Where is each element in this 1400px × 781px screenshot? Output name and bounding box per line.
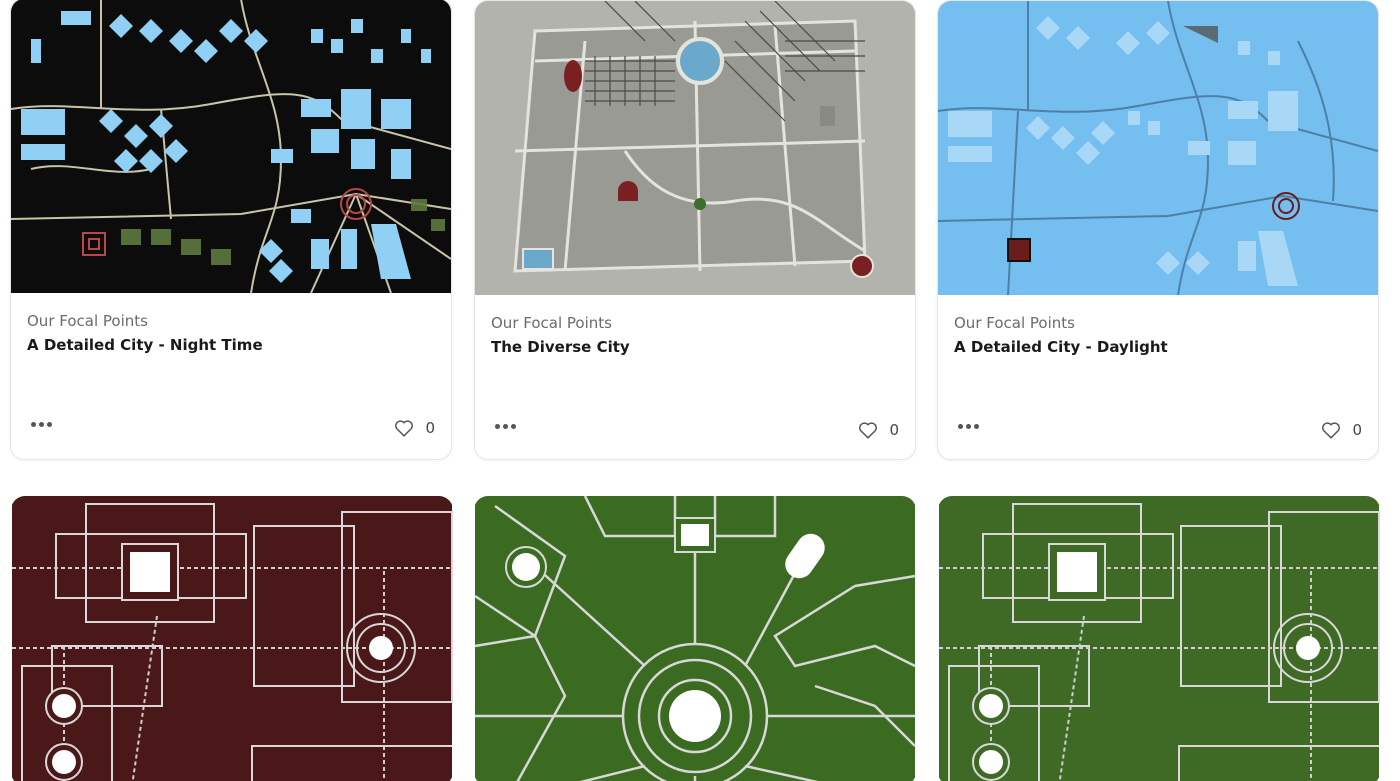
more-options-button[interactable] — [31, 418, 52, 431]
card-meta: Our Focal Points A Detailed City - Dayli… — [938, 295, 1378, 459]
more-options-button[interactable] — [495, 420, 516, 433]
project-card-6[interactable] — [938, 496, 1380, 781]
heart-outline-icon[interactable] — [1320, 419, 1342, 441]
card-category: Our Focal Points — [491, 314, 612, 332]
card-category: Our Focal Points — [954, 314, 1075, 332]
card-meta: Our Focal Points The Diverse City 0 — [475, 295, 915, 459]
green-grid-map-image — [939, 496, 1380, 781]
card-meta: Our Focal Points A Detailed City - Night… — [11, 293, 451, 459]
card-category: Our Focal Points — [27, 312, 148, 330]
like-count: 0 — [889, 421, 899, 439]
more-horizontal-icon — [958, 424, 963, 429]
heart-outline-icon[interactable] — [857, 419, 879, 441]
daylight-city-map-image — [938, 1, 1378, 295]
card-thumbnail[interactable] — [474, 496, 916, 781]
card-thumbnail[interactable] — [11, 496, 453, 781]
project-card-night-city[interactable]: Our Focal Points A Detailed City - Night… — [10, 0, 452, 460]
like-group: 0 — [393, 417, 435, 439]
project-card-4[interactable] — [11, 496, 453, 781]
card-thumbnail[interactable] — [11, 0, 451, 293]
more-options-button[interactable] — [958, 420, 979, 433]
like-count: 0 — [425, 419, 435, 437]
heart-outline-icon[interactable] — [393, 417, 415, 439]
like-group: 0 — [1320, 419, 1362, 441]
card-title[interactable]: The Diverse City — [491, 336, 899, 358]
project-card-5[interactable] — [474, 496, 916, 781]
card-title[interactable]: A Detailed City - Daylight — [954, 336, 1362, 358]
project-card-diverse-city[interactable]: Our Focal Points The Diverse City 0 — [474, 0, 916, 460]
maroon-grid-map-image — [12, 496, 453, 781]
like-group: 0 — [857, 419, 899, 441]
night-city-map-image — [11, 0, 451, 293]
project-card-daylight-city[interactable]: Our Focal Points A Detailed City - Dayli… — [937, 0, 1379, 460]
more-horizontal-icon — [31, 422, 36, 427]
card-title[interactable]: A Detailed City - Night Time — [27, 334, 435, 356]
card-thumbnail[interactable] — [938, 496, 1380, 781]
more-horizontal-icon — [495, 424, 500, 429]
diverse-city-map-image — [475, 1, 915, 295]
green-radial-map-image — [474, 496, 916, 781]
like-count: 0 — [1352, 421, 1362, 439]
card-thumbnail[interactable] — [938, 1, 1378, 295]
card-thumbnail[interactable] — [475, 1, 915, 295]
